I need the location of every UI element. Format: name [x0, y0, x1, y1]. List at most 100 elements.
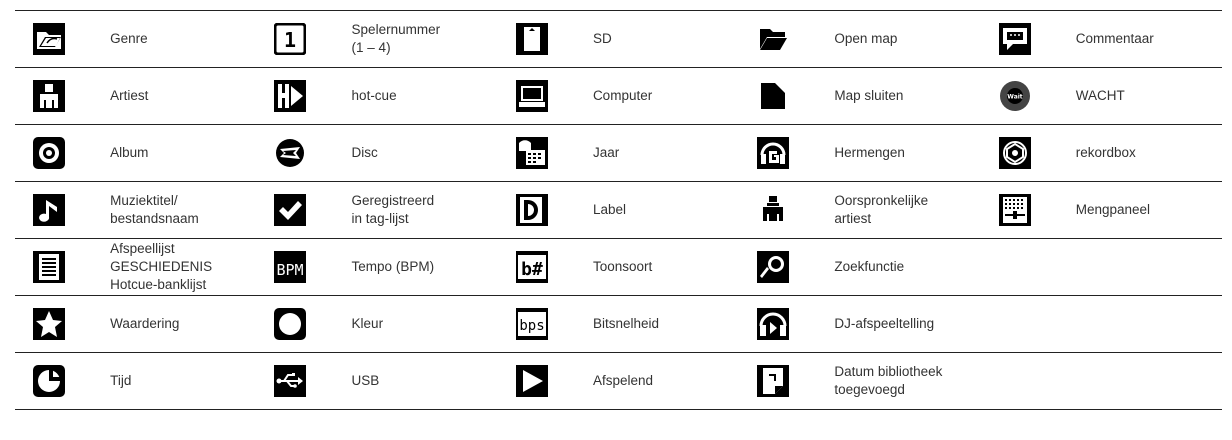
icon-label: Muziektitel/ bestandsnaam — [110, 192, 199, 226]
icon-label: Spelernummer (1 – 4) — [351, 21, 441, 55]
hot-cue-icon — [274, 80, 307, 112]
icon-label: Album — [110, 144, 149, 160]
label-cell: Tempo (BPM) — [351, 238, 498, 296]
label-cell: Bitsnelheid — [592, 295, 740, 353]
icon-label: Jaar — [592, 144, 620, 160]
label-cell: Genre — [110, 10, 257, 68]
icon-label: Disc — [351, 144, 378, 160]
remixer-headphones-icon — [757, 137, 790, 169]
table-row: Album Disc Jaar Hermengen rekordbox — [15, 124, 1222, 182]
label-cell: WACHT — [1075, 67, 1222, 125]
icon-label: Hermengen — [834, 144, 905, 160]
label-cell — [1075, 295, 1222, 353]
icon-legend-body: Genre 1 Spelernummer (1 – 4) SD Open map Comm… — [15, 10, 1222, 410]
label-cell: Artiest — [110, 67, 257, 125]
label-cell: hot-cue — [351, 67, 498, 125]
icon-legend-table: Genre 1 Spelernummer (1 – 4) SD Open map Comm… — [15, 10, 1222, 410]
label-cell: DJ-afspeeltelling — [834, 295, 981, 353]
svg-text:Wait: Wait — [1007, 94, 1023, 101]
wait-disc-icon: Wait — [999, 80, 1031, 112]
music-note-icon — [33, 194, 65, 226]
icon-cell — [256, 352, 352, 410]
label-cell: Album — [110, 124, 257, 182]
icon-label: WACHT — [1075, 87, 1125, 103]
icon-label: Artiest — [110, 87, 149, 103]
icon-label: Bitsnelheid — [592, 315, 659, 331]
icon-cell — [256, 181, 352, 239]
play-triangle-icon — [515, 365, 548, 397]
star-rating-icon — [33, 308, 65, 340]
table-row: Afspeellijst GESCHIEDENIS Hotcue-banklij… — [15, 238, 1222, 296]
icon-cell — [256, 124, 352, 182]
icon-label: Computer — [592, 87, 653, 103]
table-row: Genre 1 Spelernummer (1 – 4) SD Open map Comm… — [15, 10, 1222, 68]
icon-cell: b# — [497, 238, 593, 296]
table-row: Artiest hot-cue Computer Map sluiten Wait WAC… — [15, 67, 1222, 125]
date-added-icon — [757, 365, 790, 397]
label-cell: Tijd — [110, 352, 257, 410]
svg-text:bps: bps — [519, 318, 544, 334]
color-circle-icon — [274, 308, 307, 340]
icon-cell: BPM — [256, 238, 352, 296]
key-sharp-icon: b# — [515, 251, 548, 283]
label-d-icon — [515, 194, 548, 226]
checkmark-icon — [274, 194, 307, 226]
svg-text:1: 1 — [284, 28, 296, 52]
icon-cell — [497, 181, 593, 239]
icon-label: USB — [351, 372, 380, 388]
icon-cell — [739, 295, 835, 353]
table-row: Muziektitel/ bestandsnaam Geregistreerd i… — [15, 181, 1222, 239]
icon-label: Tempo (BPM) — [351, 258, 435, 274]
comment-bubble-icon — [998, 23, 1031, 55]
icon-cell: 1 — [256, 10, 352, 68]
icon-label: SD — [592, 30, 612, 46]
icon-cell — [980, 124, 1076, 182]
icon-cell — [739, 10, 835, 68]
icon-label: Tijd — [110, 372, 132, 388]
label-cell: Toonsoort — [592, 238, 740, 296]
icon-cell — [15, 10, 111, 68]
sd-card-icon — [515, 23, 548, 55]
icon-cell — [739, 67, 835, 125]
label-cell: Afspelend — [592, 352, 740, 410]
icon-label: Genre — [110, 30, 148, 46]
icon-label: Mengpaneel — [1075, 201, 1151, 217]
label-cell: Kleur — [351, 295, 498, 353]
icon-cell — [15, 238, 111, 296]
icon-label: hot-cue — [351, 87, 397, 103]
icon-cell — [256, 67, 352, 125]
icon-cell — [15, 124, 111, 182]
icon-label: rekordbox — [1075, 144, 1136, 160]
label-cell: Spelernummer (1 – 4) — [351, 10, 498, 68]
label-cell: Computer — [592, 67, 740, 125]
label-cell: USB — [351, 352, 498, 410]
search-magnifier-icon — [757, 251, 790, 283]
rekordbox-logo-icon — [998, 137, 1031, 169]
icon-cell — [739, 238, 835, 296]
label-cell: Label — [592, 181, 740, 239]
artist-person-icon — [33, 80, 65, 112]
icon-label: Label — [592, 201, 626, 217]
computer-laptop-icon — [515, 80, 548, 112]
icon-cell: Wait — [980, 67, 1076, 125]
label-cell: Mengpaneel — [1075, 181, 1222, 239]
playlist-document-icon — [33, 251, 65, 283]
icon-cell — [497, 124, 593, 182]
icon-label: Afspeellijst GESCHIEDENIS Hotcue-banklij… — [110, 240, 213, 293]
icon-cell — [980, 10, 1076, 68]
icon-cell — [739, 181, 835, 239]
icon-cell — [980, 181, 1076, 239]
svg-text:BPM: BPM — [277, 261, 304, 279]
icon-cell — [980, 352, 1076, 410]
icon-label: Datum bibliotheek toegevoegd — [834, 363, 943, 397]
dj-play-count-icon — [757, 308, 790, 340]
icon-cell — [15, 181, 111, 239]
icon-label: Map sluiten — [834, 87, 904, 103]
broken-disc-icon — [274, 137, 307, 169]
table-row: Tijd USB Afspelend Datum bibliotheek toegev… — [15, 352, 1222, 410]
label-cell: Commentaar — [1075, 10, 1222, 68]
folder-genre-icon — [33, 23, 65, 55]
table-row: Waardering Kleur bps Bitsnelheid DJ-afspeelt… — [15, 295, 1222, 353]
icon-cell — [739, 124, 835, 182]
icon-cell — [15, 295, 111, 353]
